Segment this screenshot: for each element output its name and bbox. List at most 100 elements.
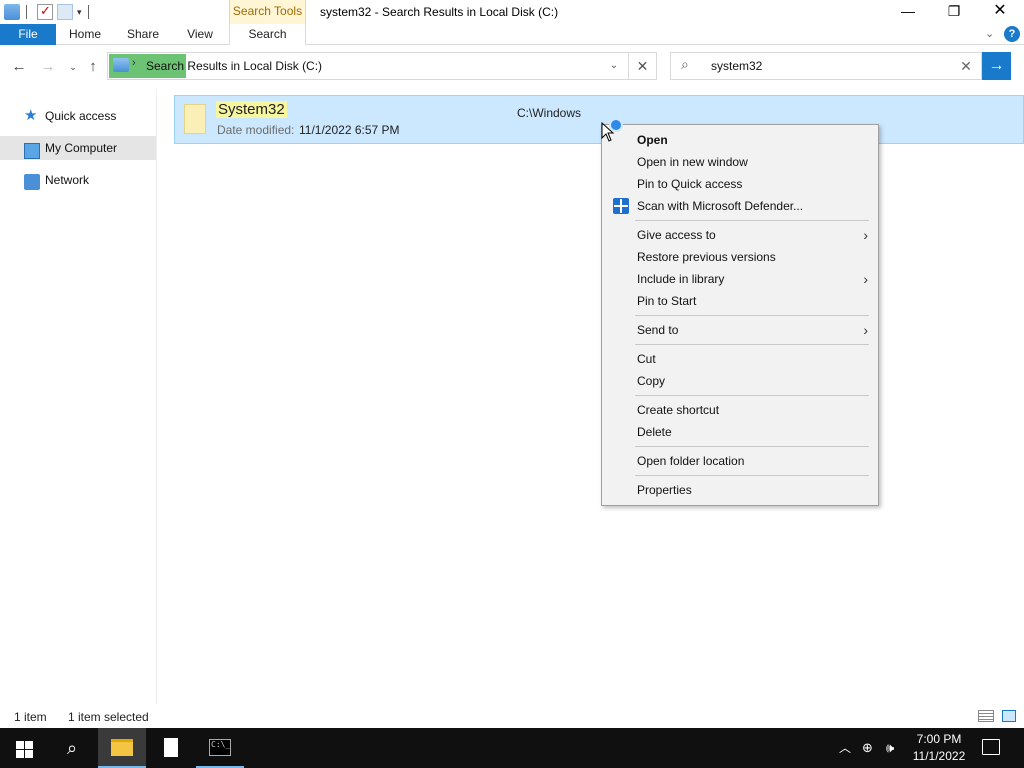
menu-item-give-access[interactable]: Give access to › — [604, 224, 876, 246]
menu-item-include-library[interactable]: Include in library › — [604, 268, 876, 290]
address-dropdown-icon[interactable]: ⌄ — [604, 53, 624, 79]
close-search-icon[interactable]: ✕ — [628, 53, 656, 79]
menu-item-label: Open — [637, 133, 668, 147]
start-button[interactable] — [0, 728, 48, 768]
menu-item-delete[interactable]: Delete — [604, 421, 876, 443]
menu-item-pin-start[interactable]: Pin to Start — [604, 290, 876, 312]
submenu-arrow-icon: › — [863, 322, 868, 338]
menu-item-open-folder-location[interactable]: Open folder location — [604, 450, 876, 472]
clock[interactable]: 7:00 PM 11/1/2022 — [906, 731, 972, 765]
sidebar-item-my-computer[interactable]: My Computer — [0, 136, 156, 160]
sidebar-item-quick-access[interactable]: ★ Quick access — [0, 104, 156, 128]
sidebar-item-label: My Computer — [45, 141, 118, 155]
folder-icon — [184, 104, 206, 134]
breadcrumb-separator[interactable]: › — [132, 57, 136, 69]
menu-divider — [635, 475, 869, 476]
expand-ribbon-icon[interactable]: ⌄ — [985, 24, 994, 45]
window-title: system32 - Search Results in Local Disk … — [320, 5, 559, 19]
tab-share[interactable]: Share — [114, 24, 172, 45]
sidebar-item-label: Network — [45, 173, 90, 187]
menu-item-label: Cut — [637, 352, 656, 366]
date-modified-value: 11/1/2022 6:57 PM — [299, 123, 400, 137]
address-bar[interactable]: › Search Results in Local Disk (C:) ⌄ ✕ — [107, 52, 657, 80]
date-modified-label: Date modified: — [217, 123, 295, 137]
menu-item-scan-defender[interactable]: Scan with Microsoft Defender... — [604, 195, 876, 217]
details-view-icon[interactable] — [978, 710, 994, 722]
windows-logo-icon — [25, 750, 33, 758]
folder-icon — [4, 4, 20, 20]
tab-view[interactable]: View — [172, 24, 228, 45]
help-icon[interactable]: ? — [1004, 26, 1020, 42]
show-hidden-icons-icon[interactable]: ︿ — [839, 728, 851, 768]
tab-search[interactable]: Search — [229, 24, 306, 46]
network-icon[interactable]: ⊕ — [862, 728, 873, 768]
recent-locations-chevron-icon[interactable]: ⌄ — [63, 58, 83, 76]
action-center-icon[interactable] — [982, 739, 1000, 755]
menu-item-label: Scan with Microsoft Defender... — [637, 199, 804, 213]
taskbar-file-explorer[interactable] — [98, 728, 146, 768]
menu-item-label: Restore previous versions — [637, 250, 776, 264]
item-count: 1 item — [14, 710, 47, 724]
menu-item-label: Create shortcut — [637, 403, 720, 417]
computer-icon — [24, 143, 40, 159]
menu-item-properties[interactable]: Properties — [604, 479, 876, 501]
navigation-pane: ★ Quick access My Computer Network — [0, 89, 157, 704]
menu-item-open[interactable]: Open — [604, 129, 876, 151]
list-item[interactable]: System32 Date modified: 11/1/2022 6:57 P… — [174, 95, 1024, 144]
volume-icon[interactable]: 🕪 — [886, 728, 894, 768]
file-explorer-icon — [111, 739, 133, 756]
menu-item-send-to[interactable]: Send to › — [604, 319, 876, 341]
sidebar-item-network[interactable]: Network — [0, 168, 156, 192]
minimize-button[interactable]: — — [885, 0, 931, 24]
search-input[interactable]: ⌕ system32 ✕ — [670, 52, 982, 80]
ribbon-tabs: File Home Share View Search ⌄ ? — [0, 24, 1024, 46]
sidebar-item-label: Quick access — [45, 109, 117, 123]
clock-date: 11/1/2022 — [912, 749, 966, 763]
menu-divider — [635, 315, 869, 316]
menu-item-label: Give access to — [637, 228, 716, 242]
menu-item-create-shortcut[interactable]: Create shortcut — [604, 399, 876, 421]
menu-item-label: Pin to Start — [637, 294, 697, 308]
tab-file[interactable]: File — [0, 24, 56, 45]
menu-item-pin-quick-access[interactable]: Pin to Quick access — [604, 173, 876, 195]
selection-count: 1 item selected — [68, 710, 149, 724]
taskbar-command-prompt[interactable]: C:\_ — [196, 728, 244, 768]
search-icon: ⌕ — [681, 56, 689, 72]
menu-item-cut[interactable]: Cut — [604, 348, 876, 370]
quick-access-toolbar: ▾ — [0, 0, 95, 24]
windows-logo-icon — [16, 741, 24, 749]
maximize-button[interactable]: ❐ — [931, 0, 977, 24]
result-path: C:\Windows — [517, 106, 582, 120]
breadcrumb[interactable]: Search Results in Local Disk (C:) — [146, 53, 322, 79]
menu-item-label: Include in library — [637, 272, 725, 286]
back-arrow-icon[interactable]: ← — [9, 58, 29, 76]
search-query[interactable]: system32 — [711, 53, 762, 79]
menu-divider — [635, 220, 869, 221]
large-icons-view-icon[interactable] — [1002, 710, 1016, 722]
clock-time: 7:00 PM — [916, 732, 962, 746]
file-list: System32 Date modified: 11/1/2022 6:57 P… — [157, 89, 1024, 704]
context-menu: Open Open in new window Pin to Quick acc… — [601, 124, 879, 506]
customize-toolbar-icon[interactable]: ▾ — [77, 7, 82, 18]
submenu-arrow-icon: › — [863, 271, 868, 287]
close-button[interactable]: ✕ — [977, 0, 1023, 24]
menu-item-open-new-window[interactable]: Open in new window — [604, 151, 876, 173]
new-folder-icon[interactable] — [57, 4, 73, 20]
forward-arrow-icon[interactable]: → — [38, 58, 58, 76]
status-bar: 1 item 1 item selected — [0, 704, 1024, 728]
search-icon[interactable]: ⌕ — [48, 728, 96, 768]
tab-home[interactable]: Home — [56, 24, 114, 45]
menu-item-label: Open in new window — [637, 155, 748, 169]
menu-item-copy[interactable]: Copy — [604, 370, 876, 392]
menu-divider — [635, 344, 869, 345]
menu-item-restore-versions[interactable]: Restore previous versions — [604, 246, 876, 268]
properties-icon[interactable] — [37, 3, 53, 20]
clear-search-icon[interactable]: ✕ — [955, 53, 977, 79]
up-arrow-icon[interactable]: ↑ — [83, 58, 103, 76]
menu-item-label: Copy — [637, 374, 666, 388]
command-prompt-icon: C:\_ — [209, 739, 231, 756]
taskbar-notepad[interactable] — [147, 728, 195, 768]
search-go-button[interactable]: → — [982, 52, 1011, 80]
menu-item-label: Send to — [637, 323, 679, 337]
network-icon — [24, 174, 40, 190]
